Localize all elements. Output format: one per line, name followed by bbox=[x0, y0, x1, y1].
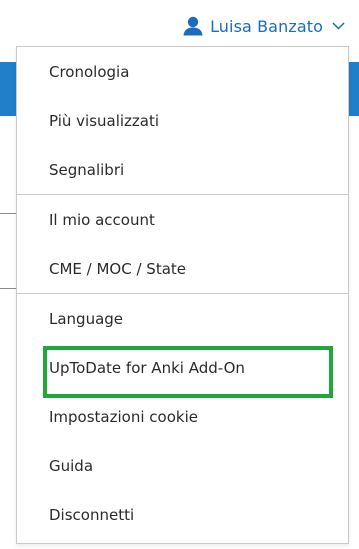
chevron-down-icon bbox=[332, 22, 345, 30]
user-icon bbox=[182, 16, 204, 36]
header-bar-fragment-left bbox=[0, 62, 16, 116]
menu-item-cme[interactable]: CME / MOC / State bbox=[17, 244, 348, 293]
header-bar-fragment-right bbox=[349, 62, 359, 116]
menu-group-settings: Language UpToDate for Anki Add-On Impost… bbox=[17, 293, 348, 539]
menu-item-language[interactable]: Language bbox=[17, 294, 348, 343]
user-menu-button[interactable]: Luisa Banzato bbox=[182, 12, 345, 40]
menu-item-segnalibri[interactable]: Segnalibri bbox=[17, 145, 348, 194]
menu-group-account: Il mio account CME / MOC / State bbox=[17, 194, 348, 293]
menu-group-navigation: Cronologia Più visualizzati Segnalibri bbox=[17, 47, 348, 194]
menu-item-cronologia[interactable]: Cronologia bbox=[17, 47, 348, 96]
menu-item-uptodate-anki[interactable]: UpToDate for Anki Add-On bbox=[17, 343, 348, 398]
menu-item-piu-visualizzati[interactable]: Più visualizzati bbox=[17, 96, 348, 145]
user-dropdown-menu: Cronologia Più visualizzati Segnalibri I… bbox=[16, 46, 349, 544]
menu-item-logout[interactable]: Disconnetti bbox=[17, 490, 348, 539]
page: Luisa Banzato Cronologia Più visualizzat… bbox=[0, 0, 359, 549]
menu-item-help[interactable]: Guida bbox=[17, 441, 348, 490]
menu-item-cookie-settings[interactable]: Impostazioni cookie bbox=[17, 392, 348, 441]
divider-fragment bbox=[0, 213, 16, 214]
user-name: Luisa Banzato bbox=[210, 16, 323, 36]
menu-item-account[interactable]: Il mio account bbox=[17, 195, 348, 244]
divider-fragment bbox=[0, 288, 16, 289]
